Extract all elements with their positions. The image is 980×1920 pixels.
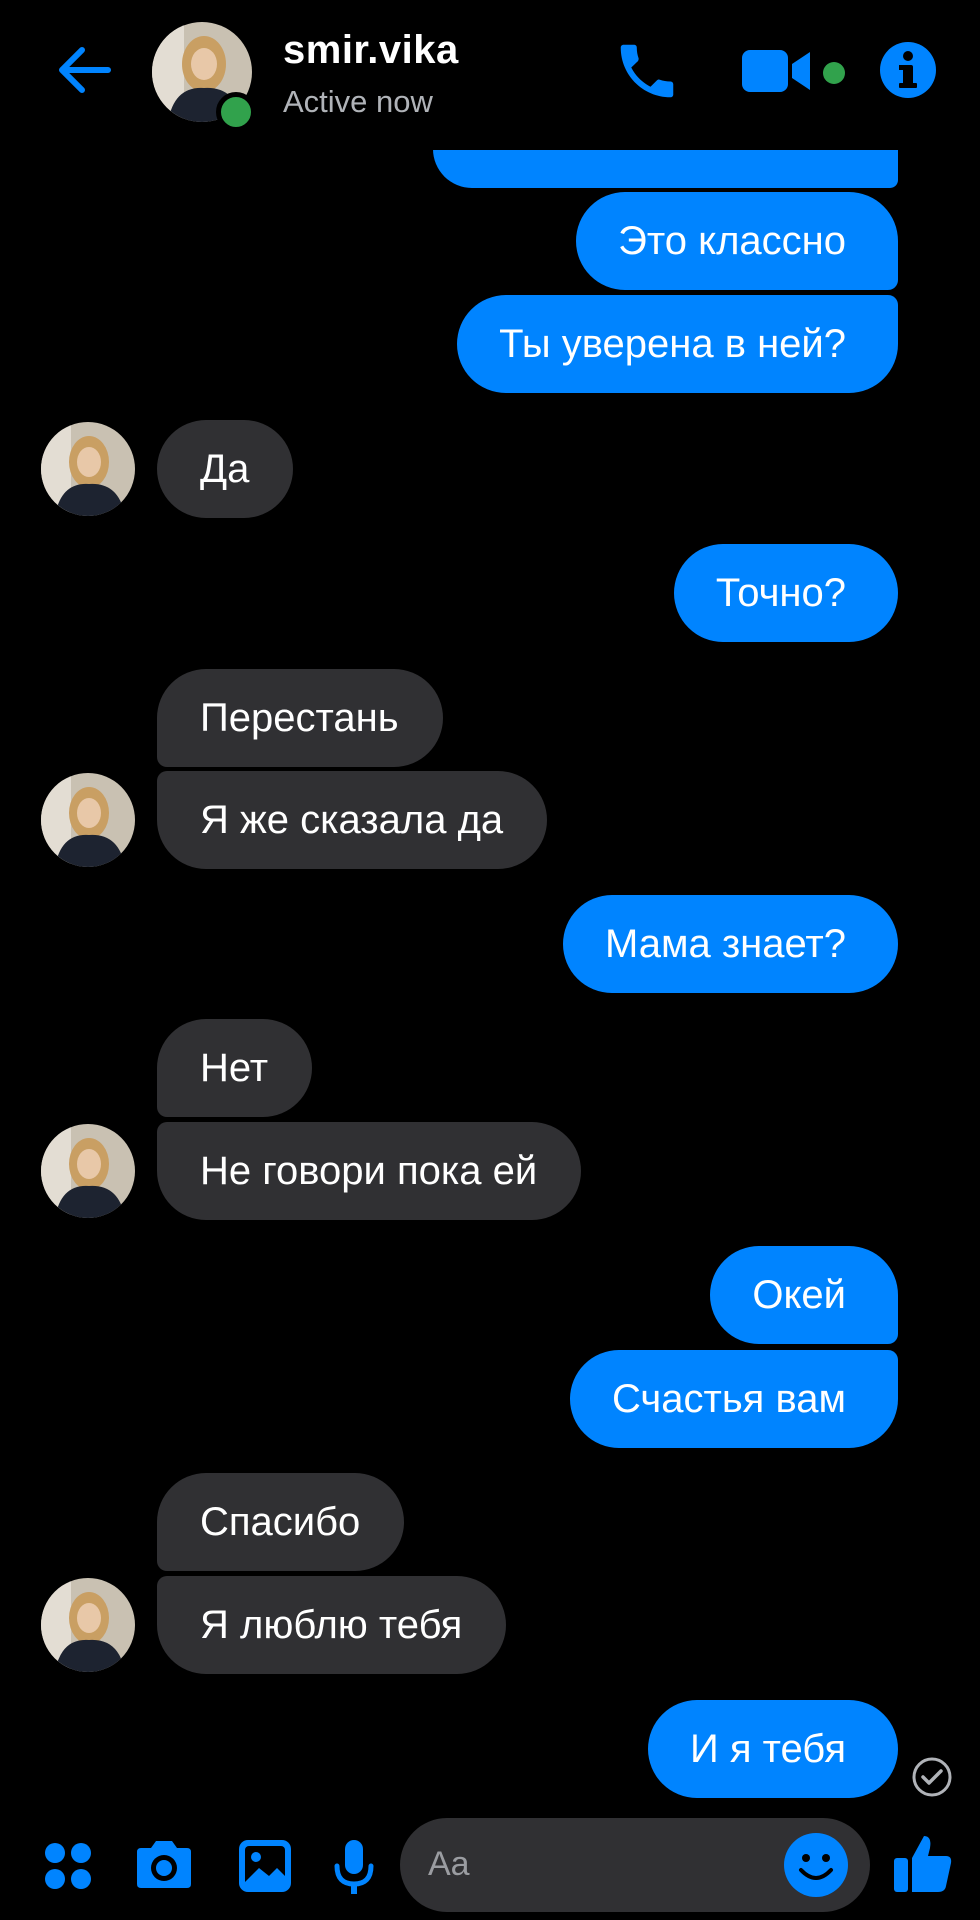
contact-avatar[interactable] bbox=[41, 1124, 135, 1218]
contact-avatar[interactable] bbox=[41, 773, 135, 867]
conversation-header: smir.vika Active now bbox=[0, 0, 980, 150]
back-arrow-icon[interactable] bbox=[52, 38, 116, 102]
message-bubble-incoming[interactable]: Спасибо bbox=[157, 1473, 405, 1571]
online-indicator bbox=[216, 92, 256, 132]
video-active-dot bbox=[823, 62, 845, 84]
message-text: Я люблю тебя bbox=[200, 1602, 463, 1647]
message-bubble-outgoing[interactable]: Ты уверена в ней? bbox=[457, 295, 898, 393]
message-input-placeholder[interactable]: Aa bbox=[428, 1845, 470, 1884]
message-text: Окей bbox=[752, 1272, 846, 1317]
active-status: Active now bbox=[283, 84, 433, 119]
contact-avatar[interactable] bbox=[41, 1578, 135, 1672]
message-bubble-outgoing[interactable]: Это классно bbox=[576, 192, 898, 290]
message-bubble-incoming[interactable]: Нет bbox=[157, 1019, 313, 1117]
message-bubble-outgoing[interactable]: Мама знает? bbox=[562, 895, 898, 993]
message-text: Это классно bbox=[618, 218, 846, 263]
message-text: Ты уверена в ней? bbox=[499, 321, 846, 366]
message-bubble-outgoing[interactable]: Точно? bbox=[673, 544, 898, 642]
message-text: Нет bbox=[200, 1045, 269, 1090]
contact-avatar[interactable] bbox=[41, 422, 135, 516]
video-camera-icon[interactable] bbox=[740, 46, 812, 96]
message-bubble-outgoing[interactable]: Окей bbox=[710, 1246, 898, 1344]
info-icon[interactable] bbox=[878, 40, 938, 100]
phone-icon[interactable] bbox=[612, 36, 682, 106]
message-bubble-incoming[interactable]: Да bbox=[157, 420, 294, 518]
apps-icon[interactable] bbox=[42, 1840, 94, 1897]
message-text: Перестань bbox=[200, 695, 399, 740]
message-bubble-incoming[interactable]: Перестань bbox=[157, 669, 443, 767]
message-text: Спасибо bbox=[200, 1499, 361, 1544]
message-text: Не говори пока ей bbox=[200, 1148, 538, 1193]
seen-check-icon bbox=[910, 1755, 954, 1799]
message-bubble-incoming[interactable]: Я люблю тебя bbox=[157, 1576, 507, 1674]
message-text: И я тебя bbox=[690, 1726, 846, 1771]
thumbs-up-icon[interactable] bbox=[890, 1830, 956, 1901]
contact-name[interactable]: smir.vika bbox=[283, 28, 459, 73]
message-bubble-outgoing[interactable]: Счастья вам bbox=[569, 1350, 898, 1448]
message-bubble-incoming[interactable]: Не говори пока ей bbox=[157, 1122, 582, 1220]
message-text: Счастья вам bbox=[611, 1376, 846, 1421]
gallery-icon[interactable] bbox=[237, 1838, 293, 1899]
message-bubble-outgoing[interactable]: И я тебя bbox=[648, 1700, 898, 1798]
message-text: Точно? bbox=[715, 570, 846, 615]
emoji-icon[interactable] bbox=[783, 1832, 849, 1903]
message-text: Да bbox=[200, 446, 250, 491]
camera-icon[interactable] bbox=[133, 1838, 195, 1897]
message-bubble-incoming[interactable]: Я же сказала да bbox=[157, 771, 548, 869]
microphone-icon[interactable] bbox=[333, 1838, 375, 1903]
message-text: Мама знает? bbox=[604, 921, 846, 966]
message-text: Я же сказала да bbox=[200, 797, 504, 842]
